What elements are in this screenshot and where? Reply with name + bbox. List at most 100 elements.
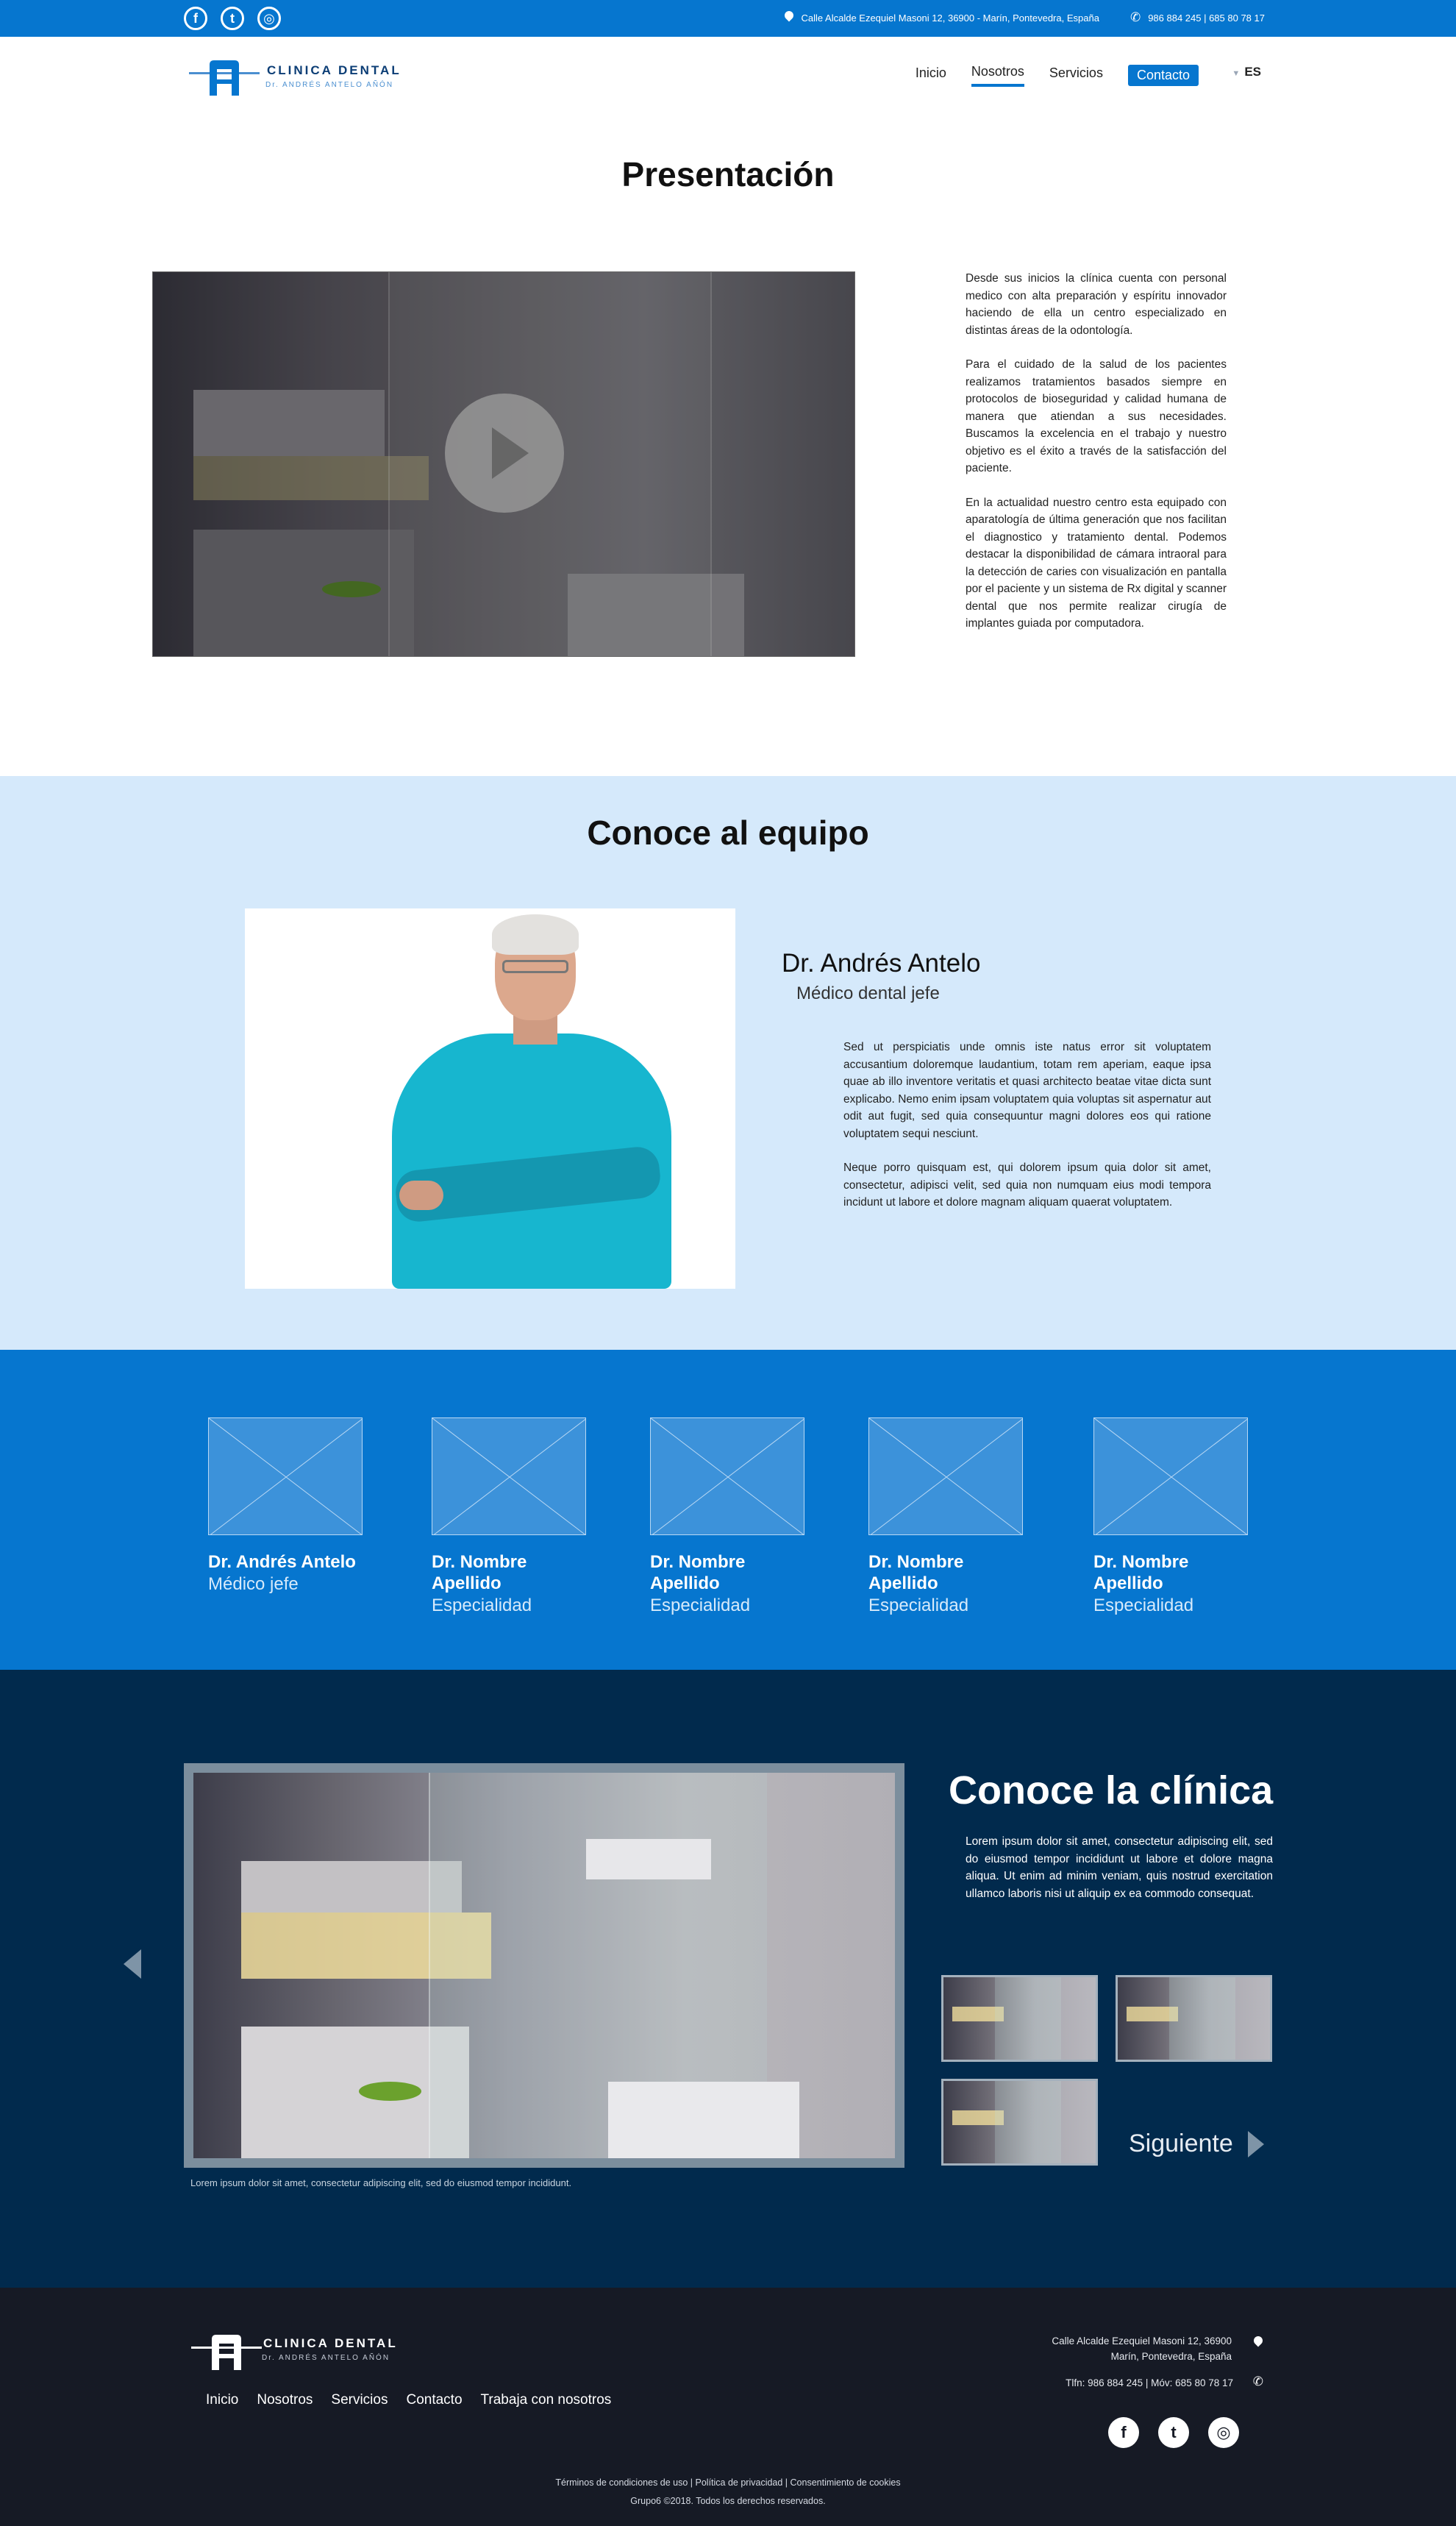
- footer-logo-subtitle: Dr. ANDRÉS ANTELO AÑÓN: [262, 2354, 390, 2362]
- doctor-role: Médico dental jefe: [796, 983, 940, 1003]
- footer-logo-mark-icon: [191, 2335, 262, 2370]
- team-member-role: Especialidad: [650, 1595, 751, 1615]
- instagram-icon[interactable]: ◎: [1208, 2417, 1239, 2448]
- logo-title: CLINICA DENTAL: [267, 63, 402, 77]
- team-section: Conoce al equipo Dr. Andrés Antelo Médic…: [0, 776, 1456, 1350]
- presentacion-paragraph: En la actualidad nuestro centro esta equ…: [966, 496, 1227, 630]
- image-placeholder-icon: [650, 1417, 804, 1535]
- doctor-bio-paragraph: Neque porro quisquam est, qui dolorem ip…: [843, 1161, 1211, 1209]
- play-icon[interactable]: [445, 394, 564, 513]
- thumb-glass: [995, 1977, 1061, 2060]
- photo-drawers: [608, 2082, 799, 2158]
- doctor-figure: [492, 914, 579, 955]
- footer-social-links: f t ◎: [1108, 2417, 1239, 2448]
- team-member-name: Dr. Nombre Apellido: [650, 1552, 746, 1593]
- team-members-strip: Dr. Andrés Antelo Médico jefe Dr. Nombre…: [0, 1350, 1456, 1670]
- language-selector[interactable]: ▼ ES: [1232, 65, 1261, 79]
- nav-item-nosotros[interactable]: Nosotros: [971, 64, 1024, 87]
- team-member-card[interactable]: Dr. Nombre Apellido Especialidad: [432, 1417, 586, 1616]
- doctor-figure: [502, 960, 568, 973]
- gallery-thumbnail[interactable]: [941, 2079, 1098, 2166]
- team-member-role: Médico jefe: [208, 1574, 299, 1594]
- doctor-bio-paragraph: Sed ut perspiciatis unde omnis iste natu…: [843, 1041, 1211, 1140]
- clinic-description: Lorem ipsum dolor sit amet, consectetur …: [966, 1835, 1273, 1900]
- top-bar: f t ◎ Calle Alcalde Ezequiel Masoni 12, …: [0, 0, 1456, 37]
- team-member-card[interactable]: Dr. Nombre Apellido Especialidad: [650, 1417, 804, 1616]
- nav-item-inicio[interactable]: Inicio: [916, 65, 946, 85]
- team-member-name: Dr. Nombre Apellido: [868, 1552, 964, 1593]
- thumb-glass: [995, 2081, 1061, 2163]
- image-placeholder-icon: [1093, 1417, 1248, 1535]
- dropdown-arrow-icon: ▼: [1232, 69, 1241, 78]
- previous-arrow-icon[interactable]: [124, 1949, 141, 1979]
- presentacion-paragraph: Desde sus inicios la clínica cuenta con …: [966, 272, 1227, 337]
- doctor-figure: [399, 1181, 443, 1210]
- footer-address: Calle Alcalde Ezequiel Masoni 12, 36900 …: [1052, 2333, 1232, 2364]
- nav-contact-button[interactable]: Contacto: [1127, 65, 1199, 86]
- team-member-card[interactable]: Dr. Andrés Antelo Médico jefe: [208, 1417, 363, 1595]
- presentacion-title: Presentación: [621, 155, 835, 193]
- gallery-main-photo[interactable]: [184, 1763, 904, 2168]
- image-placeholder-icon: [432, 1417, 586, 1535]
- footer-link-trabaja[interactable]: Trabaja con nosotros: [481, 2392, 612, 2408]
- top-contact-info: Calle Alcalde Ezequiel Masoni 12, 36900 …: [784, 10, 1265, 25]
- footer-address-line: Marín, Pontevedra, España: [1110, 2351, 1232, 2362]
- footer-link-servicios[interactable]: Servicios: [331, 2392, 388, 2408]
- footer-link-nosotros[interactable]: Nosotros: [257, 2392, 313, 2408]
- doctor-photo: [245, 908, 735, 1289]
- top-address: Calle Alcalde Ezequiel Masoni 12, 36900 …: [801, 12, 1099, 24]
- facebook-icon[interactable]: f: [184, 7, 207, 30]
- footer-menu: Inicio Nosotros Servicios Contacto Traba…: [206, 2392, 611, 2408]
- team-member-role: Especialidad: [868, 1595, 969, 1615]
- main-menu: Inicio Nosotros Servicios Contacto: [916, 64, 1199, 87]
- doctor-bio: Sed ut perspiciatis unde omnis iste natu…: [843, 1039, 1211, 1228]
- image-placeholder-icon: [208, 1417, 363, 1535]
- gallery-thumbnail[interactable]: [1116, 1975, 1272, 2062]
- image-placeholder-icon: [868, 1417, 1023, 1535]
- clinic-gallery-section: Lorem ipsum dolor sit amet, consectetur …: [0, 1670, 1456, 2288]
- team-member-role: Especialidad: [1093, 1595, 1194, 1615]
- location-pin-icon: [784, 11, 794, 24]
- footer-link-inicio[interactable]: Inicio: [206, 2392, 238, 2408]
- team-title: Conoce al equipo: [587, 814, 869, 852]
- facebook-icon[interactable]: f: [1108, 2417, 1139, 2448]
- presentacion-text: Desde sus inicios la clínica cuenta con …: [966, 270, 1227, 650]
- main-header: CLINICA DENTAL Dr. ANDRÉS ANTELO AÑÓN In…: [0, 37, 1456, 147]
- instagram-icon[interactable]: ◎: [257, 7, 281, 30]
- team-member-card[interactable]: Dr. Nombre Apellido Especialidad: [1093, 1417, 1248, 1616]
- gallery-caption: Lorem ipsum dolor sit amet, consectetur …: [190, 2177, 572, 2188]
- photo-stool: [359, 2082, 421, 2101]
- logo-mark-icon: [189, 60, 260, 96]
- footer-phones: Tlfn: 986 884 245 | Móv: 685 80 78 17: [1066, 2377, 1233, 2388]
- location-pin-icon: [1253, 2336, 1263, 2349]
- language-label: ES: [1244, 65, 1261, 79]
- phone-icon: ✆: [1252, 2374, 1263, 2388]
- top-social-links: f t ◎: [184, 7, 281, 30]
- next-label: Siguiente: [1129, 2130, 1233, 2157]
- gallery-main-image: [193, 1773, 895, 2158]
- footer-logo[interactable]: CLINICA DENTAL Dr. ANDRÉS ANTELO AÑÓN: [190, 2332, 425, 2373]
- thumb-glass: [1169, 1977, 1235, 2060]
- doctor-name: Dr. Andrés Antelo: [782, 949, 981, 978]
- next-arrow-icon: [1247, 2130, 1264, 2157]
- team-member-name: Dr. Nombre Apellido: [1093, 1552, 1189, 1593]
- presentation-video[interactable]: [152, 271, 855, 657]
- gallery-thumbnail[interactable]: [941, 1975, 1098, 2062]
- footer: CLINICA DENTAL Dr. ANDRÉS ANTELO AÑÓN In…: [0, 2288, 1456, 2526]
- footer-legal-links[interactable]: Términos de condiciones de uso | Polític…: [0, 2477, 1456, 2488]
- team-member-card[interactable]: Dr. Nombre Apellido Especialidad: [868, 1417, 1023, 1616]
- phone-icon: ✆: [1130, 10, 1141, 24]
- presentacion-paragraph: Para el cuidado de la salud de los pacie…: [966, 358, 1227, 474]
- twitter-icon[interactable]: t: [1158, 2417, 1189, 2448]
- next-button[interactable]: Siguiente: [1129, 2130, 1264, 2158]
- photo-ac-unit: [586, 1839, 711, 1879]
- logo[interactable]: CLINICA DENTAL Dr. ANDRÉS ANTELO AÑÓN: [188, 57, 423, 99]
- footer-link-contacto[interactable]: Contacto: [406, 2392, 462, 2408]
- footer-address-line: Calle Alcalde Ezequiel Masoni 12, 36900: [1052, 2335, 1232, 2347]
- team-member-name: Dr. Andrés Antelo: [208, 1552, 356, 1572]
- footer-logo-title: CLINICA DENTAL: [263, 2336, 398, 2350]
- twitter-icon[interactable]: t: [221, 7, 244, 30]
- nav-item-servicios[interactable]: Servicios: [1049, 65, 1103, 85]
- clinic-title: Conoce la clínica: [949, 1768, 1274, 1812]
- team-member-role: Especialidad: [432, 1595, 532, 1615]
